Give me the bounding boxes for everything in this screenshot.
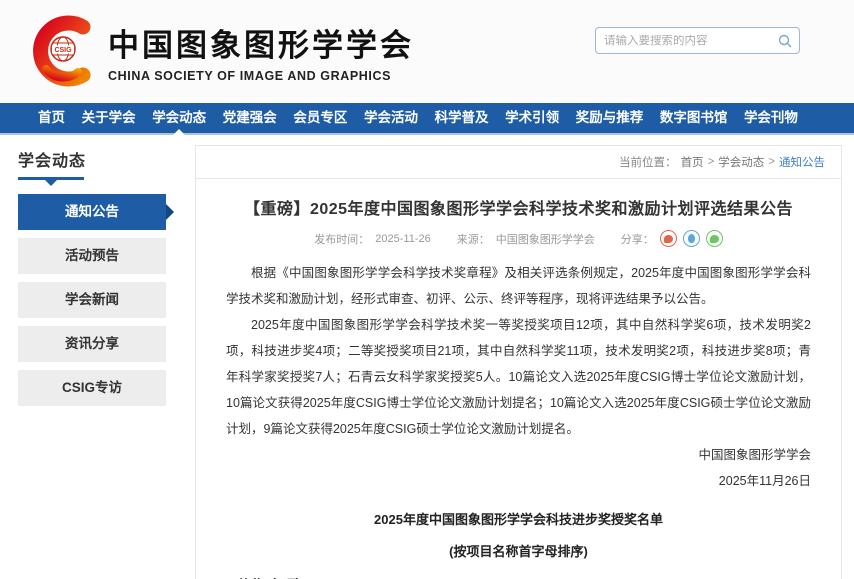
breadcrumb-prefix: 当前位置： [619, 154, 677, 170]
logo-title-cn: 中国图象图形学学会 [108, 20, 414, 65]
nav-item-activities[interactable]: 学会活动 [364, 102, 418, 134]
nav-item-academic[interactable]: 学术引领 [505, 102, 559, 134]
award-level: 一等奖（4项）： [226, 574, 811, 579]
weibo-share-icon[interactable] [660, 230, 677, 247]
svg-text:CSIG: CSIG [54, 47, 72, 54]
nav-item-dynamics[interactable]: 学会动态 [152, 102, 206, 134]
site-logo[interactable]: CSIG 中国图象图形学学会 CHINA SOCIETY OF IMAGE AN… [26, 14, 414, 88]
logo-title-en: CHINA SOCIETY OF IMAGE AND GRAPHICS [108, 69, 414, 83]
publish-time-label: 发布时间： [314, 231, 369, 247]
article-body: 根据《中国图象图形学学会科学技术奖章程》及相关评选条例规定，2025年度中国图象… [226, 260, 811, 442]
sidebar-item-preview[interactable]: 活动预告 [18, 238, 166, 274]
nav-item-members[interactable]: 会员专区 [293, 102, 347, 134]
triangle-down-icon [45, 180, 57, 186]
section-title: 学会动态 [18, 153, 86, 170]
article-title: 【重磅】2025年度中国图象图形学学会科学技术奖和激励计划评选结果公告 [226, 195, 811, 219]
sidebar-item-notice[interactable]: 通知公告 [18, 194, 166, 230]
section-title-underline [18, 177, 84, 180]
main-nav: 首页关于学会学会动态党建强会会员专区学会活动科学普及学术引领奖励与推荐数字图书馆… [0, 103, 854, 135]
breadcrumb: 当前位置：首页>学会动态>通知公告 [196, 146, 841, 179]
article: 【重磅】2025年度中国图象图形学学会科学技术奖和激励计划评选结果公告 发布时间… [196, 179, 841, 579]
search-input[interactable] [596, 35, 771, 47]
article-paragraph: 2025年度中国图象图形学学会科学技术奖一等奖授奖项目12项，其中自然科学奖6项… [226, 312, 811, 442]
wechat-share-icon[interactable] [706, 230, 723, 247]
article-meta: 发布时间： 2025-11-26 来源： 中国图象图形学学会 分享： [226, 230, 811, 247]
left-column: 学会动态 通知公告活动预告学会新闻资讯分享 CSIG专访 [18, 145, 166, 414]
logo-text: 中国图象图形学学会 CHINA SOCIETY OF IMAGE AND GRA… [108, 20, 414, 83]
nav-item-library[interactable]: 数字图书馆 [660, 102, 728, 134]
nav-item-home[interactable]: 首页 [38, 102, 65, 134]
signature-date: 2025年11月26日 [226, 468, 811, 494]
page: CSIG 中国图象图形学学会 CHINA SOCIETY OF IMAGE AN… [0, 0, 854, 579]
search-box [595, 27, 800, 54]
search-icon[interactable] [771, 28, 799, 53]
nav-item-about[interactable]: 关于学会 [82, 102, 136, 134]
qq-share-icon[interactable] [683, 230, 700, 247]
signature: 中国图象图形学学会 [226, 442, 811, 468]
publish-time-value: 2025-11-26 [375, 233, 430, 245]
section-title-block: 学会动态 [18, 145, 166, 180]
nav-item-awards[interactable]: 奖励与推荐 [576, 102, 644, 134]
sidebar-menu: 通知公告活动预告学会新闻资讯分享 CSIG专访 [18, 194, 166, 406]
csig-logo-icon: CSIG [26, 14, 100, 88]
nav-item-journals[interactable]: 学会刊物 [744, 102, 798, 134]
article-paragraph: 根据《中国图象图形学学会科学技术奖章程》及相关评选条例规定，2025年度中国图象… [226, 260, 811, 312]
sidebar-item-interview[interactable]: CSIG专访 [18, 370, 166, 406]
source-value: 中国图象图形学学会 [496, 231, 595, 247]
award-list-heading: 2025年度中国图象图形学学会科技进步奖授奖名单 [226, 509, 811, 528]
breadcrumb-link-notice[interactable]: 通知公告 [779, 154, 825, 170]
breadcrumb-link-dynamics[interactable]: 学会动态 [718, 154, 764, 170]
sidebar-item-share[interactable]: 资讯分享 [18, 326, 166, 362]
main-area: 学会动态 通知公告活动预告学会新闻资讯分享CSIG专访 当前位置：首页>学会动态… [0, 135, 854, 579]
nav-item-party[interactable]: 党建强会 [223, 102, 277, 134]
breadcrumb-separator: > [768, 156, 775, 168]
breadcrumb-separator: > [708, 156, 715, 168]
sidebar-item-news[interactable]: 学会新闻 [18, 282, 166, 318]
breadcrumb-link-home[interactable]: 首页 [681, 154, 704, 170]
share-label: 分享： [621, 231, 654, 247]
source-label: 来源： [457, 231, 490, 247]
share-icons [660, 230, 723, 247]
award-list-subheading: (按项目名称首字母排序) [226, 541, 811, 560]
content-box: 当前位置：首页>学会动态>通知公告 【重磅】2025年度中国图象图形学学会科学技… [195, 145, 842, 579]
nav-item-science[interactable]: 科学普及 [435, 102, 489, 134]
site-header: CSIG 中国图象图形学学会 CHINA SOCIETY OF IMAGE AN… [0, 0, 854, 103]
